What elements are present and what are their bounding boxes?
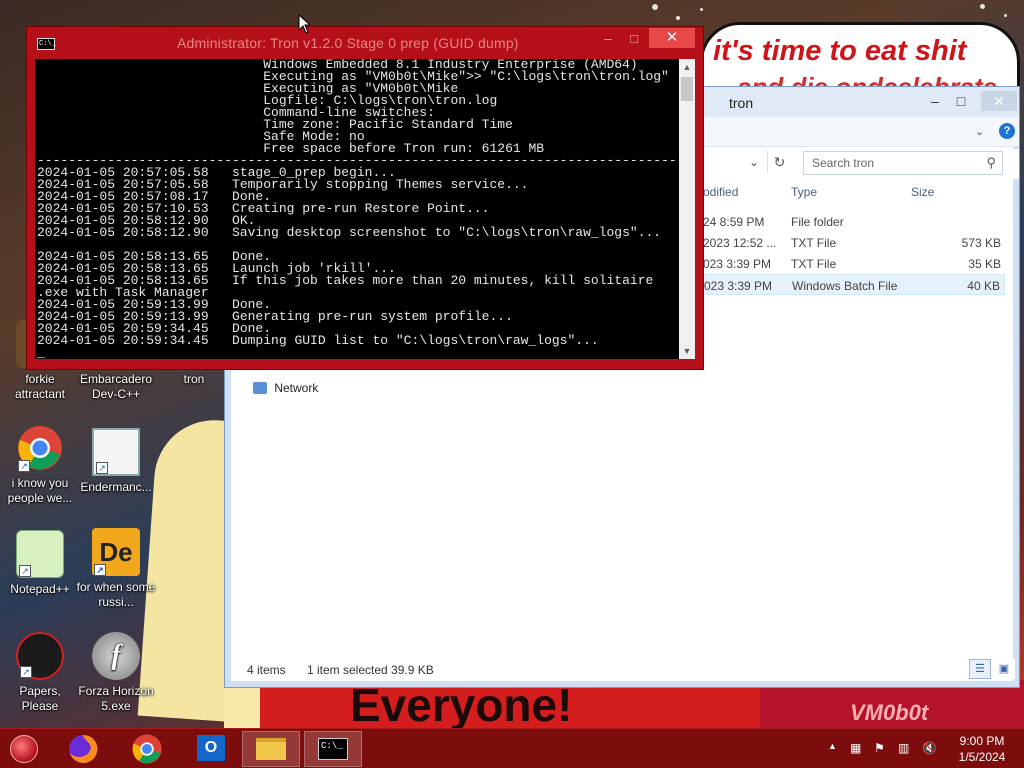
- papers-please-icon: ↗: [16, 632, 64, 680]
- dev-icon: De ↗: [92, 528, 140, 576]
- table-row-selected[interactable]: 023 3:39 PM Windows Batch File 40 KB: [701, 274, 1005, 295]
- system-clock[interactable]: 9:00 PM 1/5/2024: [944, 733, 1020, 765]
- taskbar-chrome[interactable]: [118, 731, 176, 767]
- shortcut-arrow-icon: ↗: [96, 462, 108, 474]
- volume-muted-icon[interactable]: 🔇: [922, 741, 937, 755]
- console-output[interactable]: Windows Embedded 8.1 Industry Enterprise…: [35, 59, 679, 359]
- mouse-cursor-icon: [298, 14, 310, 34]
- nav-item-network[interactable]: Network: [253, 381, 318, 395]
- cmd-icon: C:\_: [318, 738, 348, 760]
- command-prompt-window[interactable]: C:\_ Administrator: Tron v1.2.0 Stage 0 …: [26, 26, 704, 370]
- search-icon: ⚲: [986, 155, 996, 170]
- desktop-icon-forza[interactable]: f Forza Horizon 5.exe: [76, 632, 156, 714]
- speech-line-1: it's time to eat shit: [713, 35, 967, 67]
- scroll-down-icon[interactable]: ▼: [679, 343, 695, 359]
- table-row[interactable]: 023 3:39 PM TXT File 35 KB: [701, 253, 1005, 274]
- start-button[interactable]: [10, 735, 38, 763]
- close-button[interactable]: ✕: [649, 28, 695, 48]
- console-line: 2024-01-05 20:58:12.90 Saving desktop sc…: [37, 225, 662, 240]
- taskbar: O C:\_ ▲ ▦ ⚑ ▥ 🔇 9:00 PM 1/5/2024: [0, 728, 1024, 768]
- help-icon[interactable]: ?: [999, 123, 1015, 139]
- shortcut-arrow-icon: ↗: [19, 565, 31, 577]
- refresh-icon[interactable]: ↻: [767, 151, 791, 173]
- taskbar-cmd[interactable]: C:\_: [304, 731, 362, 767]
- chevron-down-icon[interactable]: ⌄: [975, 125, 984, 138]
- scroll-up-icon[interactable]: ▲: [679, 59, 695, 75]
- column-header-modified[interactable]: odified: [703, 185, 738, 199]
- network-icon: [253, 382, 267, 394]
- notepadpp-icon: ↗: [16, 530, 64, 578]
- chevron-down-icon[interactable]: ⌄: [749, 155, 759, 169]
- console-cursor: _: [37, 345, 45, 359]
- chrome-icon: [132, 734, 162, 764]
- chrome-icon: ↗: [16, 424, 64, 472]
- close-button[interactable]: ✕: [981, 91, 1017, 111]
- desktop-icon-russi[interactable]: De ↗ for when some russi...: [76, 528, 156, 610]
- cmd-titlebar[interactable]: C:\_ Administrator: Tron v1.2.0 Stage 0 …: [27, 27, 703, 59]
- show-hidden-icons-icon[interactable]: ▲: [828, 741, 837, 751]
- file-explorer-icon: [256, 738, 286, 760]
- action-center-flag-icon[interactable]: ⚑: [874, 741, 885, 755]
- taskbar-firefox[interactable]: [54, 731, 112, 767]
- search-input[interactable]: Search tron ⚲: [803, 151, 1003, 175]
- network-tray-icon[interactable]: ▥: [898, 741, 909, 755]
- taskbar-outlook[interactable]: O: [182, 731, 240, 767]
- large-icons-view-icon[interactable]: ▣: [993, 659, 1015, 679]
- column-header-size[interactable]: Size: [911, 185, 934, 199]
- console-line: 2024-01-05 20:59:34.45 Dumping GUID list…: [37, 333, 599, 348]
- desktop-icon-notepadpp[interactable]: ↗ Notepad++: [0, 530, 80, 597]
- desktop-icon-chrome-shortcut[interactable]: ↗ i know you people we...: [0, 424, 80, 506]
- minimize-button[interactable]: –: [595, 29, 621, 49]
- window-app-icon: ↗: [92, 428, 140, 476]
- shortcut-arrow-icon: ↗: [18, 460, 30, 472]
- wallpaper-watermark: VM0b0t: [850, 700, 929, 725]
- minimize-button[interactable]: –: [921, 91, 949, 111]
- cmd-title: Administrator: Tron v1.2.0 Stage 0 prep …: [177, 35, 519, 51]
- firefox-icon: [69, 734, 98, 763]
- status-selection: 1 item selected 39.9 KB: [307, 663, 434, 677]
- column-header-type[interactable]: Type: [791, 185, 817, 199]
- table-row[interactable]: 2023 12:52 ... TXT File 573 KB: [701, 232, 1005, 253]
- outlook-icon: O: [197, 735, 225, 761]
- cmd-icon: C:\_: [37, 38, 56, 50]
- display-icon[interactable]: ▦: [850, 741, 861, 755]
- console-scrollbar[interactable]: ▲ ▼: [679, 59, 695, 359]
- status-item-count: 4 items: [247, 663, 286, 677]
- desktop-icon-endermanc[interactable]: ↗ Endermanc...: [76, 428, 156, 495]
- maximize-button[interactable]: □: [947, 91, 975, 111]
- taskbar-file-explorer[interactable]: [242, 731, 300, 767]
- details-view-icon[interactable]: ☰: [969, 659, 991, 679]
- scrollbar-thumb[interactable]: [681, 77, 693, 101]
- flash-icon: f: [92, 632, 140, 680]
- desktop-icon-papers-please[interactable]: ↗ Papers, Please: [0, 632, 80, 714]
- maximize-button[interactable]: □: [621, 29, 647, 49]
- shortcut-arrow-icon: ↗: [94, 564, 106, 576]
- explorer-title: tron: [729, 95, 754, 111]
- shortcut-arrow-icon: ↗: [20, 666, 32, 678]
- table-row[interactable]: 24 8:59 PM File folder: [701, 211, 1005, 232]
